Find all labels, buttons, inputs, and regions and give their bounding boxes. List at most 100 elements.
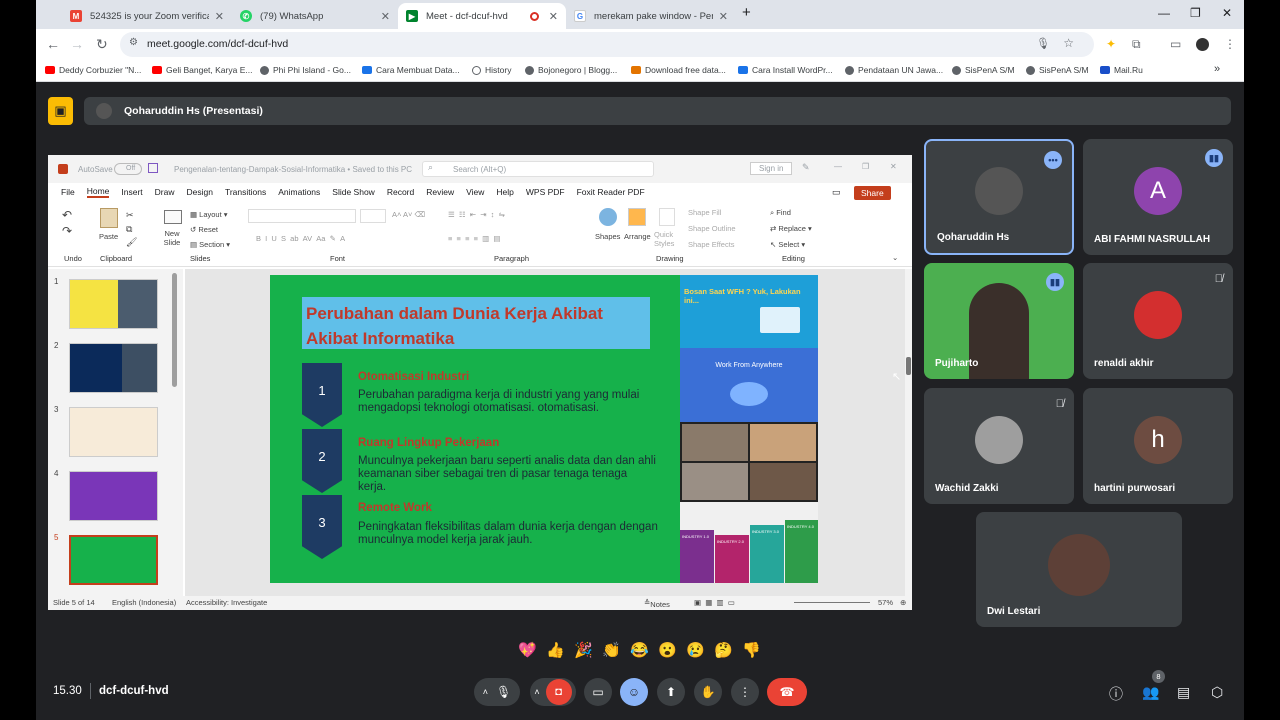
font-size-icons[interactable]: A˄ A˅ ⌫ [392,210,425,219]
reaction-laugh[interactable]: 😂 [630,641,649,659]
extension-color-icon[interactable]: ✦ [1106,37,1116,51]
reload-icon[interactable]: ↻ [96,36,108,53]
microphone-icon[interactable]: 🎙 [1036,37,1050,50]
redo-icon[interactable]: ↷ [62,224,72,238]
site-info-icon[interactable]: ⚙ [129,37,138,48]
participant-tile[interactable]: ••• Qoharuddin Hs [924,139,1074,255]
slide-thumbnail[interactable] [69,343,158,393]
align-icons[interactable]: ≡ ≡ ≡ ≡ ▥ ▤ [448,234,501,243]
list-icons[interactable]: ☰ ☷ ⇤ ⇥ ↕ ⇋ [448,210,505,219]
close-icon[interactable]: ✕ [381,10,390,23]
menu-foxit[interactable]: Foxit Reader PDF [577,187,645,197]
find-button[interactable]: ⌕ Find [770,208,791,218]
comments-icon[interactable]: ▭ [832,187,841,198]
bookmark-item[interactable]: SisPenA S/M [952,65,1015,75]
close-icon[interactable]: ✕ [719,10,728,23]
slide-thumbnail[interactable] [69,471,158,521]
font-format-icons[interactable]: B I U S ab AV Aa ✎ A [256,234,345,243]
bookmark-item[interactable]: Download free data... [631,65,726,75]
more-options-icon[interactable]: ••• [1044,151,1062,169]
reaction-clap[interactable]: 👏 [602,641,621,659]
forward-icon[interactable]: → [70,36,84,52]
fit-to-window-icon[interactable]: ⊕ [900,598,906,607]
copy-icon[interactable]: ⧉ [126,224,132,235]
bookmark-item[interactable]: Deddy Corbuzier "N... [45,65,141,75]
close-icon[interactable]: ✕ [890,162,897,171]
bookmark-item[interactable]: Pendataan UN Jawa... [845,65,943,75]
bookmark-item[interactable]: Geli Banget, Karya E... [152,65,252,75]
leave-call-button[interactable]: ☎ [767,678,807,706]
quick-styles-icon[interactable] [659,208,675,226]
save-icon[interactable] [148,163,158,173]
extensions-icon[interactable]: ⧉ [1132,37,1141,52]
participant-tile[interactable]: h hartini purwosari [1083,388,1233,504]
menu-view[interactable]: View [466,187,484,197]
back-icon[interactable]: ← [46,36,60,52]
participant-tile[interactable]: A ▮▮ ABI FAHMI NASRULLAH [1083,139,1233,255]
cut-icon[interactable]: ✂ [126,210,134,221]
activities-icon[interactable]: ⬡ [1211,684,1223,701]
menu-wps-pdf[interactable]: WPS PDF [526,187,565,197]
font-size-select[interactable] [360,209,386,223]
chevron-up-icon[interactable]: ˄ [483,687,488,697]
reaction-thinking[interactable]: 🤔 [714,641,733,659]
info-icon[interactable]: ⓘ [1109,684,1123,704]
scrollbar-thumb[interactable] [906,357,911,375]
tab-google[interactable]: G merekam pake window - Penel ✕ [566,3,736,29]
bookmark-item[interactable]: Mail.Ru [1100,65,1143,75]
menu-draw[interactable]: Draw [155,187,175,197]
menu-insert[interactable]: Insert [121,187,142,197]
minimize-icon[interactable]: — [1158,6,1170,20]
bookmark-item[interactable]: SisPenA S/M [1026,65,1089,75]
sidebar-icon[interactable]: ▭ [1170,37,1181,51]
participant-tile[interactable]: Dwi Lestari [976,512,1182,627]
layout-button[interactable]: ▦ Layout ▾ [190,210,228,219]
emoji-button[interactable]: ☺ [620,678,648,706]
tab-gmail[interactable]: M 524325 is your Zoom verificatio ✕ [62,3,232,29]
bookmark-item[interactable]: Cara Membuat Data... [362,65,460,75]
profile-avatar[interactable] [1196,38,1209,51]
menu-transitions[interactable]: Transitions [225,187,266,197]
reset-button[interactable]: ↺ Reset [190,225,218,234]
paste-icon[interactable] [100,208,118,228]
section-button[interactable]: ▤ Section ▾ [190,240,230,249]
slide-thumbnail[interactable] [69,407,158,457]
menu-help[interactable]: Help [496,187,513,197]
menu-home[interactable]: Home [86,186,110,198]
participant-video-tile[interactable]: ▮▮ Pujiharto [924,263,1074,379]
reaction-party[interactable]: 🎉 [574,641,593,659]
new-tab-icon[interactable]: + [742,4,751,21]
accessibility-status[interactable]: Accessibility: Investigate [186,598,267,607]
menu-slide-show[interactable]: Slide Show [332,187,375,197]
chat-icon[interactable]: ▤ [1177,684,1190,701]
sign-in-button[interactable]: Sign in [750,162,793,175]
share-button[interactable]: Share [854,186,891,200]
reaction-thumbs-down[interactable]: 👎 [742,641,761,659]
restore-icon[interactable]: ❐ [1190,6,1201,20]
address-bar[interactable]: ⚙ meet.google.com/dcf-dcuf-hvd 🎙 ☆ [120,32,1094,57]
arrange-icon[interactable] [628,208,646,226]
shape-outline-button[interactable]: Shape Outline [688,224,736,233]
participant-tile[interactable]: 🎙̸ renaldi akhir [1083,263,1233,379]
slide-scrollbar[interactable] [905,269,912,596]
zoom-slider[interactable] [794,602,870,603]
search-input[interactable]: Search (Alt+Q) [422,161,654,177]
tab-meet[interactable]: ▶ Meet - dcf-dcuf-hvd ✕ [398,3,566,29]
bookmark-item[interactable]: History [472,65,511,75]
pen-icon[interactable]: ✎ [802,162,810,173]
reaction-surprised[interactable]: 😮 [658,641,677,659]
font-name-select[interactable] [248,209,356,223]
undo-icon[interactable]: ↶ [62,208,72,222]
more-options-button[interactable]: ⋮ [731,678,759,706]
slide-thumbnail[interactable] [69,279,158,329]
star-icon[interactable]: ☆ [1063,36,1074,50]
raise-hand-button[interactable]: ✋ [694,678,722,706]
notes-button[interactable]: ≙ Notes [644,598,670,609]
bookmark-item[interactable]: Cara Install WordPr... [738,65,833,75]
bookmark-item[interactable]: Phi Phi Island - Go... [260,65,351,75]
replace-button[interactable]: ⇄ Replace ▾ [770,224,812,233]
format-painter-icon[interactable]: 🖌 [126,237,137,248]
shapes-icon[interactable] [599,208,617,226]
presentation-icon[interactable]: ▣ [48,97,73,125]
close-icon[interactable]: ✕ [549,10,558,23]
